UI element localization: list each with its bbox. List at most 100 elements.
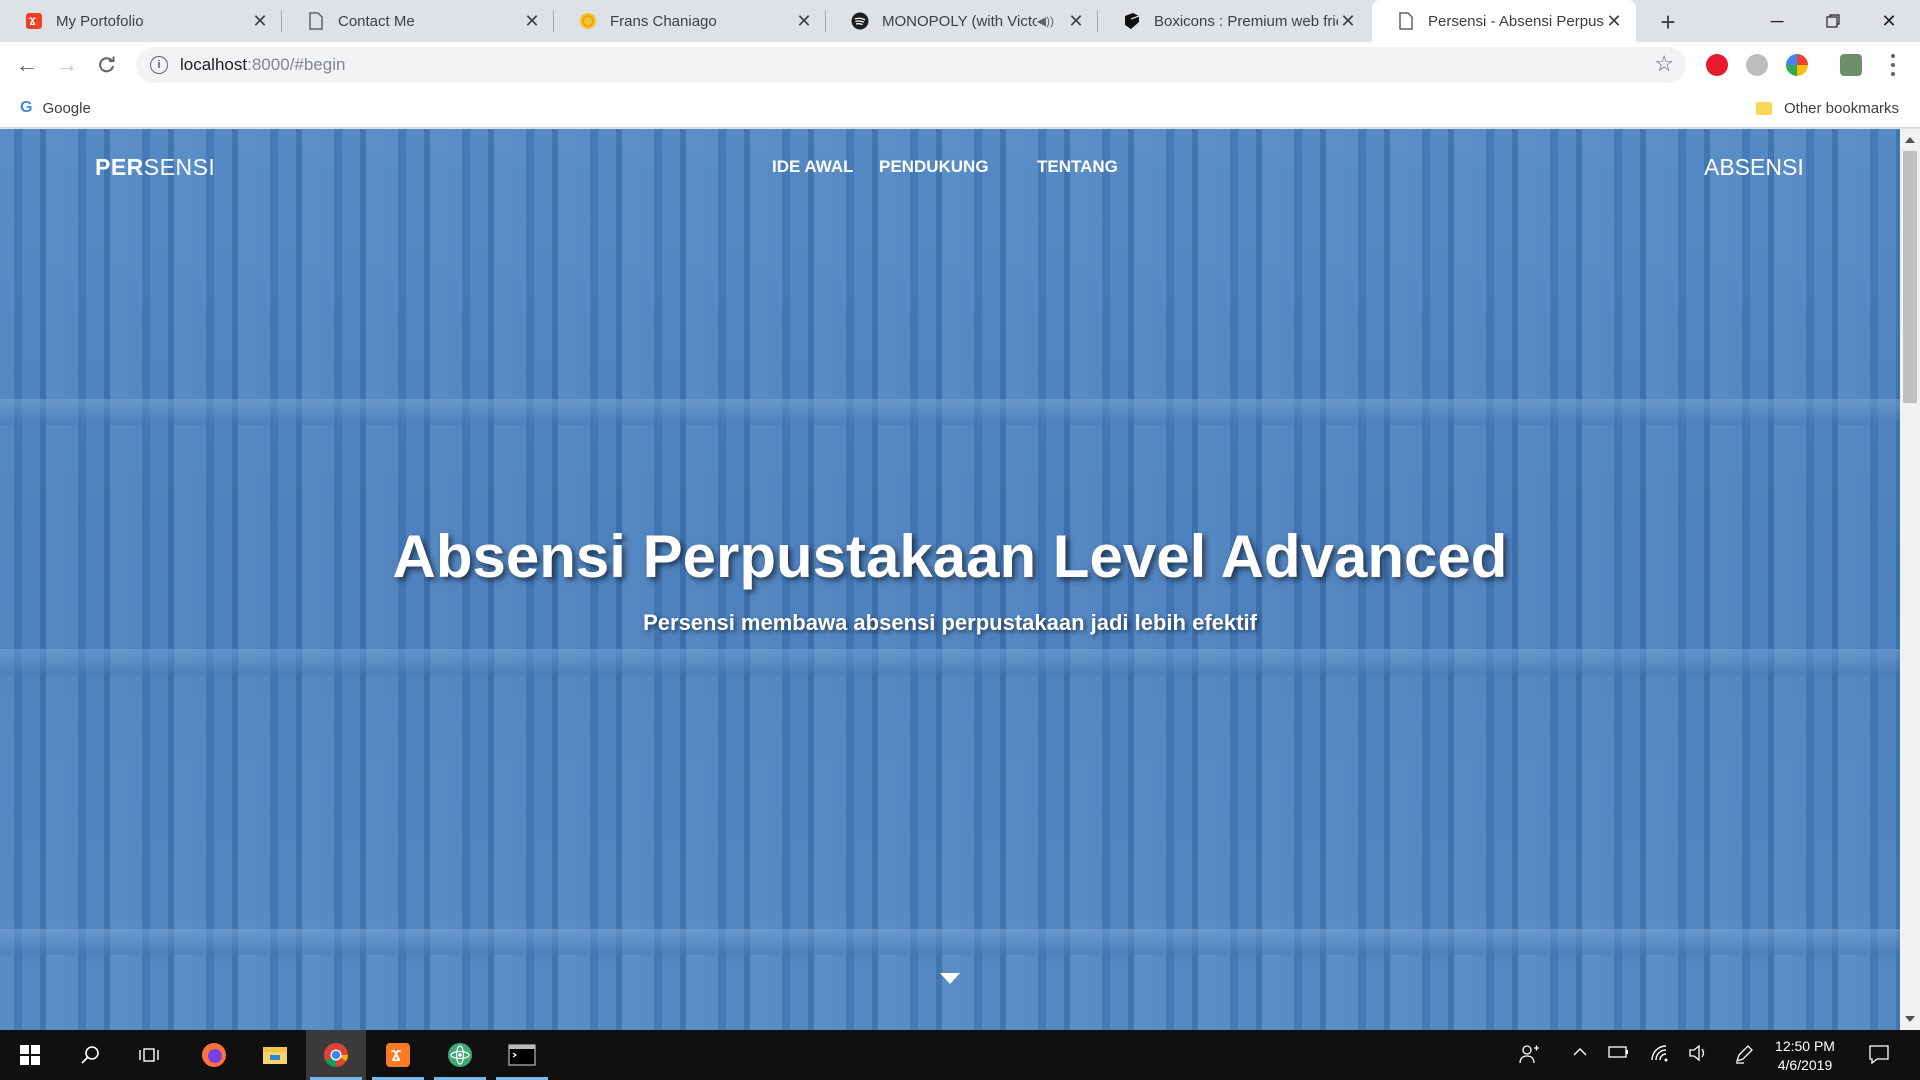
nav-absensi-button[interactable]: ABSENSI <box>1704 154 1804 181</box>
site-navbar: PERSENSI IDE AWAL PENDUKUNG TENTANG ABSE… <box>0 129 1900 189</box>
folder-icon <box>1756 101 1772 115</box>
boxicons-logo-icon <box>1122 11 1142 31</box>
task-view-icon <box>139 1048 159 1062</box>
tab-title: My Portofolio <box>56 12 144 30</box>
forward-button[interactable]: → <box>52 50 82 80</box>
people-icon[interactable] <box>1518 1044 1540 1069</box>
reload-icon <box>99 56 115 73</box>
firefox-taskbar-button[interactable] <box>184 1030 244 1080</box>
brand-light: SENSI <box>143 154 216 180</box>
svg-text:Ϫ: Ϫ <box>29 16 36 28</box>
scroll-up-arrow-icon[interactable] <box>1905 137 1915 143</box>
brand-bold: PER <box>95 154 144 180</box>
scrollbar-thumb[interactable] <box>1903 151 1917 403</box>
taskbar-clock[interactable]: 12:50 PM 4/6/2019 <box>1770 1037 1840 1075</box>
tab-title: Contact Me <box>338 12 415 30</box>
browser-tab-strip: Ϫ My Portofolio ✕ Contact Me ✕ Frans Cha… <box>0 0 1920 42</box>
hero-subtitle: Persensi membawa absensi perpustakaan ja… <box>643 610 1257 635</box>
browser-toolbar: ← → i localhost:8000/#begin ☆ <box>0 42 1920 88</box>
windows-taskbar: Ϫ 12:50 PM 4/6/2019 <box>0 1030 1920 1080</box>
opera-extension-icon[interactable] <box>1706 54 1728 76</box>
url-host: localhost <box>180 55 248 74</box>
terminal-taskbar-button[interactable] <box>492 1030 552 1080</box>
firefox-icon <box>202 1043 226 1067</box>
close-icon[interactable]: ✕ <box>794 11 814 31</box>
close-icon[interactable]: ✕ <box>250 11 270 31</box>
nav-tentang[interactable]: TENTANG <box>1037 157 1118 177</box>
chrome-taskbar-button[interactable] <box>306 1030 366 1080</box>
pen-workspace-icon[interactable] <box>1734 1044 1754 1069</box>
svg-text:Ϫ: Ϫ <box>391 1048 402 1065</box>
bookmark-star-icon[interactable]: ☆ <box>1654 51 1674 77</box>
window-close-button[interactable]: ✕ <box>1862 0 1916 42</box>
codeigniter-logo-icon: Ϫ <box>24 11 44 31</box>
tab-my-portofolio[interactable]: Ϫ My Portofolio ✕ <box>0 0 282 42</box>
xampp-icon: Ϫ <box>386 1043 410 1067</box>
search-icon <box>81 1046 99 1064</box>
speaker-icon[interactable]: ◀)) <box>1037 14 1054 28</box>
url-path: :8000/#begin <box>247 55 346 74</box>
tab-monopoly[interactable]: MONOPOLY (with Victor ◀)) ✕ <box>826 0 1098 42</box>
nav-pendukung[interactable]: PENDUKUNG <box>879 157 989 177</box>
wifi-icon[interactable] <box>1650 1044 1670 1067</box>
globe-extension-icon[interactable] <box>1746 54 1768 76</box>
start-button[interactable] <box>0 1030 60 1080</box>
task-view-button[interactable] <box>120 1030 180 1080</box>
clock-time: 12:50 PM <box>1775 1038 1835 1054</box>
volume-icon[interactable] <box>1688 1044 1708 1067</box>
profile-avatar-icon[interactable] <box>1840 54 1862 76</box>
tab-title: Boxicons : Premium web frie <box>1154 12 1338 30</box>
page-hero: PERSENSI IDE AWAL PENDUKUNG TENTANG ABSE… <box>0 129 1900 1030</box>
address-bar[interactable]: i localhost:8000/#begin ☆ <box>136 47 1686 83</box>
search-button[interactable] <box>60 1030 120 1080</box>
browser-menu-icon[interactable] <box>1888 52 1898 78</box>
notification-center-icon[interactable] <box>1868 1044 1890 1069</box>
tab-title: MONOPOLY (with Victor <box>882 12 1037 30</box>
tab-boxicons[interactable]: Boxicons : Premium web frie ✕ <box>1098 0 1370 42</box>
close-icon[interactable]: ✕ <box>1604 11 1624 31</box>
hero-title: Absensi Perpustakaan Level Advanced <box>392 523 1508 590</box>
tab-title: Persensi - Absensi Perpustak <box>1428 12 1604 30</box>
tab-persensi[interactable]: Persensi - Absensi Perpustak ✕ <box>1372 0 1636 42</box>
spotify-icon <box>850 11 870 31</box>
clock-date: 4/6/2019 <box>1777 1057 1833 1073</box>
back-button[interactable]: ← <box>12 50 42 80</box>
bookmarks-bar: G Google Other bookmarks <box>0 88 1920 128</box>
page-icon <box>306 11 326 31</box>
bookmark-label: Other bookmarks <box>1784 99 1900 117</box>
close-icon[interactable]: ✕ <box>1338 11 1358 31</box>
google-icon: G <box>20 99 33 116</box>
bookmark-label: Google <box>42 99 91 117</box>
new-tab-button[interactable]: + <box>1652 6 1684 38</box>
tab-contact-me[interactable]: Contact Me ✕ <box>282 0 554 42</box>
tab-title: Frans Chaniago <box>610 12 717 30</box>
xampp-taskbar-button[interactable]: Ϫ <box>368 1030 428 1080</box>
folder-icon <box>263 1047 287 1064</box>
file-explorer-taskbar-button[interactable] <box>245 1030 305 1080</box>
chrome-extension-icon[interactable] <box>1786 54 1808 76</box>
reload-button[interactable] <box>92 50 122 80</box>
other-bookmarks[interactable]: Other bookmarks <box>1756 88 1899 128</box>
scroll-down-arrow-icon[interactable] <box>940 973 960 984</box>
windows-logo-icon <box>20 1045 40 1065</box>
tab-frans-chaniago[interactable]: Frans Chaniago ✕ <box>554 0 826 42</box>
page-scrollbar[interactable] <box>1900 129 1920 1030</box>
site-info-icon[interactable]: i <box>150 56 168 74</box>
bookmark-google[interactable]: G Google <box>20 88 91 128</box>
chrome-icon <box>324 1043 348 1067</box>
atom-icon <box>448 1043 472 1067</box>
restore-icon <box>1826 14 1840 28</box>
page-icon <box>1396 11 1416 31</box>
scroll-down-arrow-icon[interactable] <box>1905 1016 1915 1022</box>
minimize-button[interactable]: ─ <box>1750 0 1804 42</box>
emoji-face-icon <box>578 11 598 31</box>
close-icon[interactable]: ✕ <box>1066 11 1086 31</box>
site-brand[interactable]: PERSENSI <box>95 154 215 181</box>
atom-taskbar-button[interactable] <box>430 1030 490 1080</box>
chevron-up-icon[interactable] <box>1572 1044 1588 1065</box>
nav-ide-awal[interactable]: IDE AWAL <box>772 157 854 177</box>
battery-icon[interactable] <box>1608 1044 1630 1064</box>
close-icon[interactable]: ✕ <box>522 11 542 31</box>
terminal-icon <box>508 1044 536 1066</box>
restore-button[interactable] <box>1806 0 1860 42</box>
